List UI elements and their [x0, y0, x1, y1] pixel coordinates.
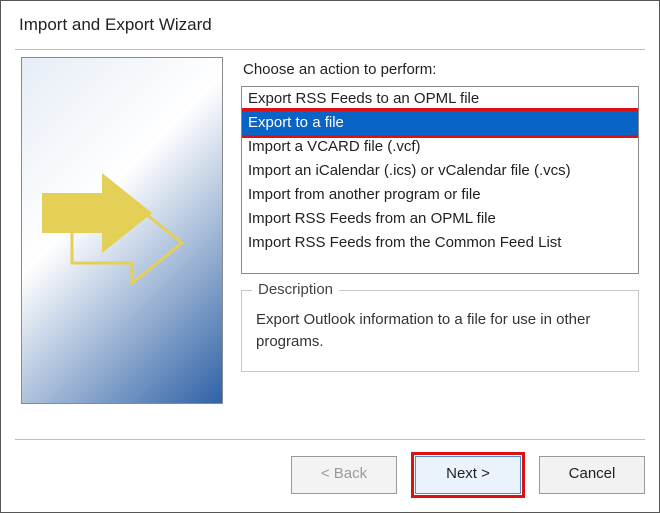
list-item[interactable]: Export to a file [242, 111, 638, 135]
right-pane: Choose an action to perform: Export RSS … [241, 57, 639, 432]
description-legend: Description [252, 281, 339, 298]
divider [15, 49, 645, 50]
action-listbox[interactable]: Export RSS Feeds to an OPML file Export … [241, 86, 639, 274]
cancel-button-wrap: Cancel [539, 456, 645, 494]
content-area: Choose an action to perform: Export RSS … [21, 57, 639, 432]
back-button-wrap: < Back [291, 456, 397, 494]
back-button: < Back [291, 456, 397, 494]
selection-highlight: Export to a file [241, 108, 639, 138]
button-bar: < Back Next > Cancel [1, 452, 645, 498]
next-button-wrap: Next > [415, 456, 521, 494]
description-text: Export Outlook information to a file for… [256, 309, 624, 353]
prompt-label: Choose an action to perform: [243, 61, 639, 78]
wizard-dialog: Import and Export Wizard Choose an actio… [1, 1, 659, 512]
list-item[interactable]: Import a VCARD file (.vcf) [242, 135, 638, 159]
cancel-button[interactable]: Cancel [539, 456, 645, 494]
dialog-title: Import and Export Wizard [19, 15, 645, 35]
wizard-graphic [21, 57, 223, 404]
next-button[interactable]: Next > [415, 456, 521, 494]
list-item[interactable]: Import RSS Feeds from the Common Feed Li… [242, 231, 638, 255]
divider [15, 439, 645, 440]
list-item[interactable]: Import an iCalendar (.ics) or vCalendar … [242, 159, 638, 183]
arrows-icon [32, 138, 212, 298]
description-group: Description Export Outlook information t… [241, 290, 639, 372]
list-item[interactable]: Import RSS Feeds from an OPML file [242, 207, 638, 231]
list-item[interactable]: Import from another program or file [242, 183, 638, 207]
